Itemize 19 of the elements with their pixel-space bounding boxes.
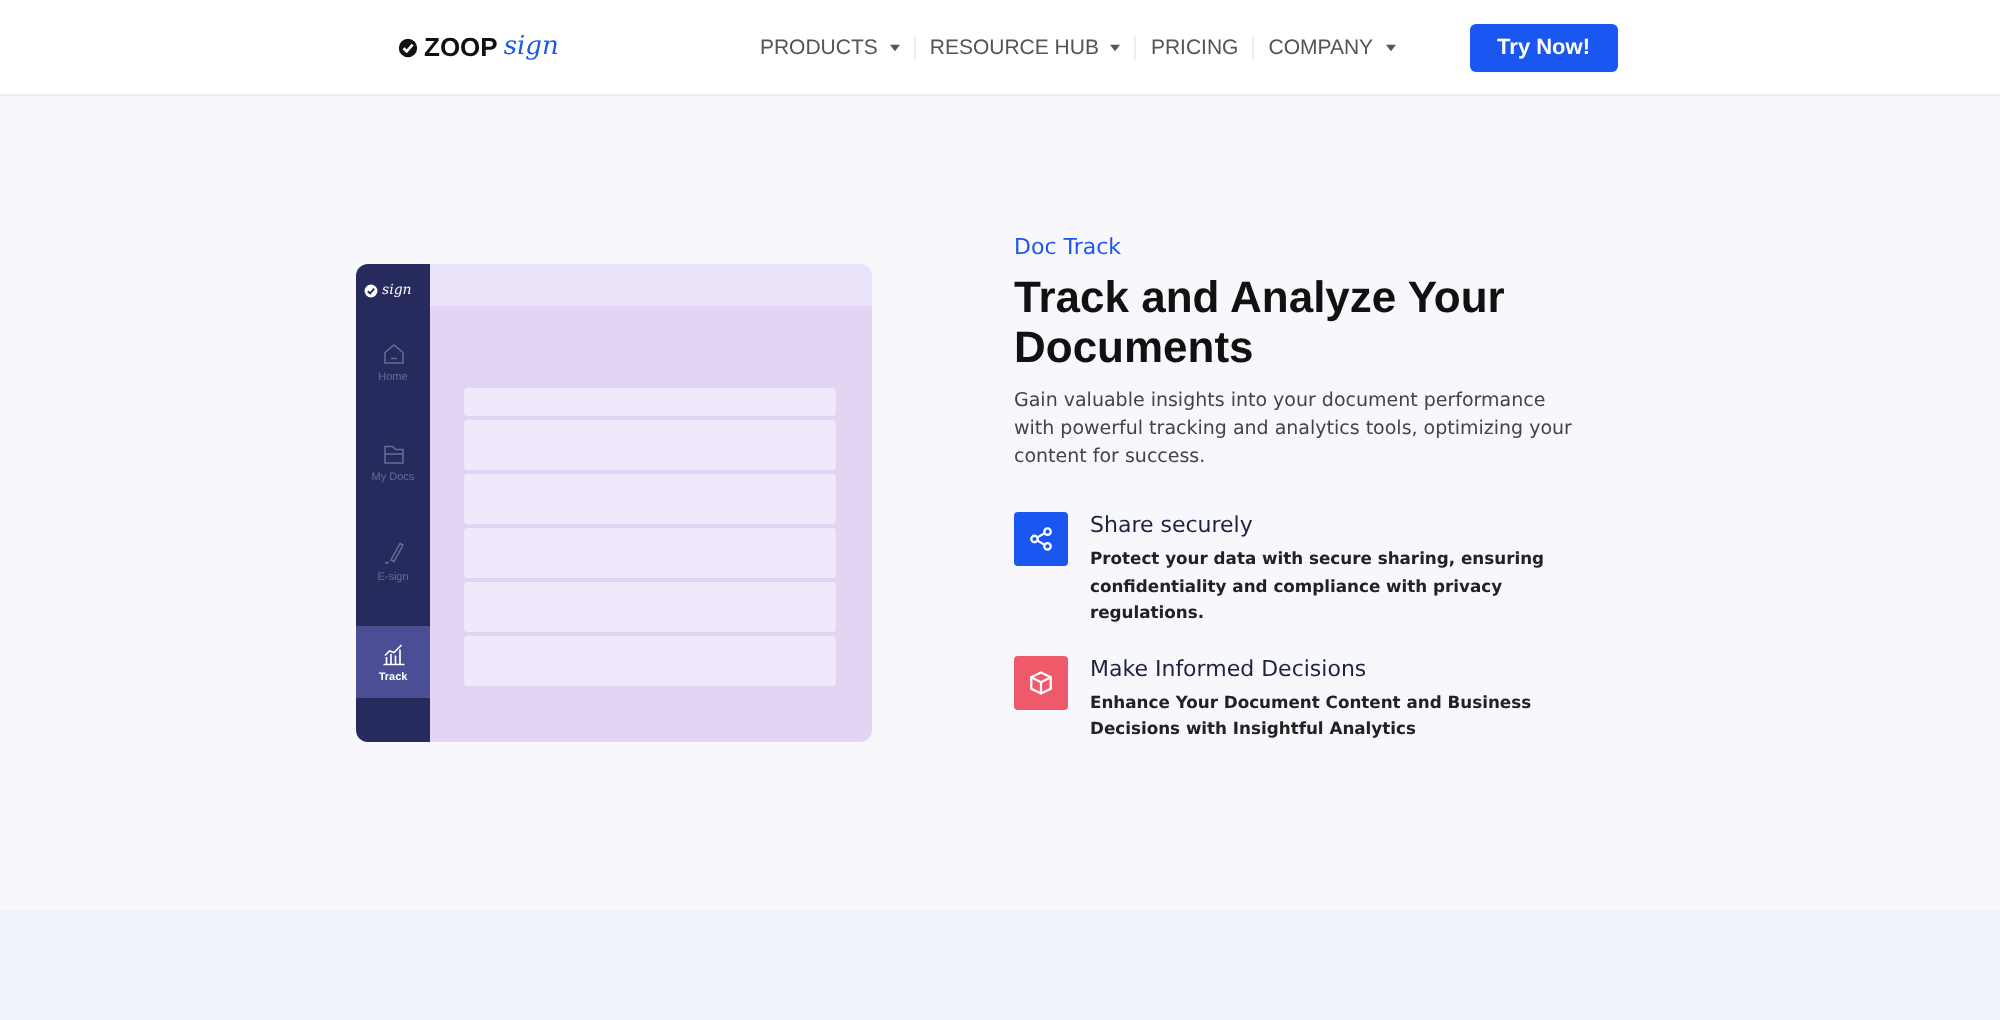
house-icon [381, 341, 405, 365]
nav-link[interactable]: PRODUCTS [745, 35, 916, 59]
nav-link[interactable]: COMPANY [1254, 35, 1410, 59]
section-title: Track and Analyze Your Documents [1014, 272, 1507, 373]
try-now-button[interactable]: Try Now! [1469, 23, 1618, 71]
section-description: Gain valuable insights into your document performance with powerful tracking and analytics tools, optimizing your content for success. [1014, 388, 1574, 473]
feature-title: Share securely [1090, 512, 1255, 539]
bar-chart-icon [381, 641, 405, 665]
nav-link[interactable]: RESOURCE HUB [915, 35, 1137, 59]
pen-icon [381, 541, 405, 565]
folder-icon [381, 441, 405, 465]
feature-text: Protect your data with secure sharing, ensuring confidentiality and compliance with privacy regulations. [1090, 546, 1547, 627]
check-icon [398, 37, 418, 57]
check-icon [364, 283, 378, 297]
feature-text: Enhance Your Document Content and Business Decisions with Insightful Analytics [1090, 689, 1534, 743]
nav-link[interactable]: PRICING [1136, 35, 1255, 59]
logo[interactable]: ZOOP sign [398, 32, 559, 62]
section-eyebrow: Doc Track [1014, 234, 1124, 261]
feature-title: Make Informed Decisions [1090, 655, 1369, 682]
